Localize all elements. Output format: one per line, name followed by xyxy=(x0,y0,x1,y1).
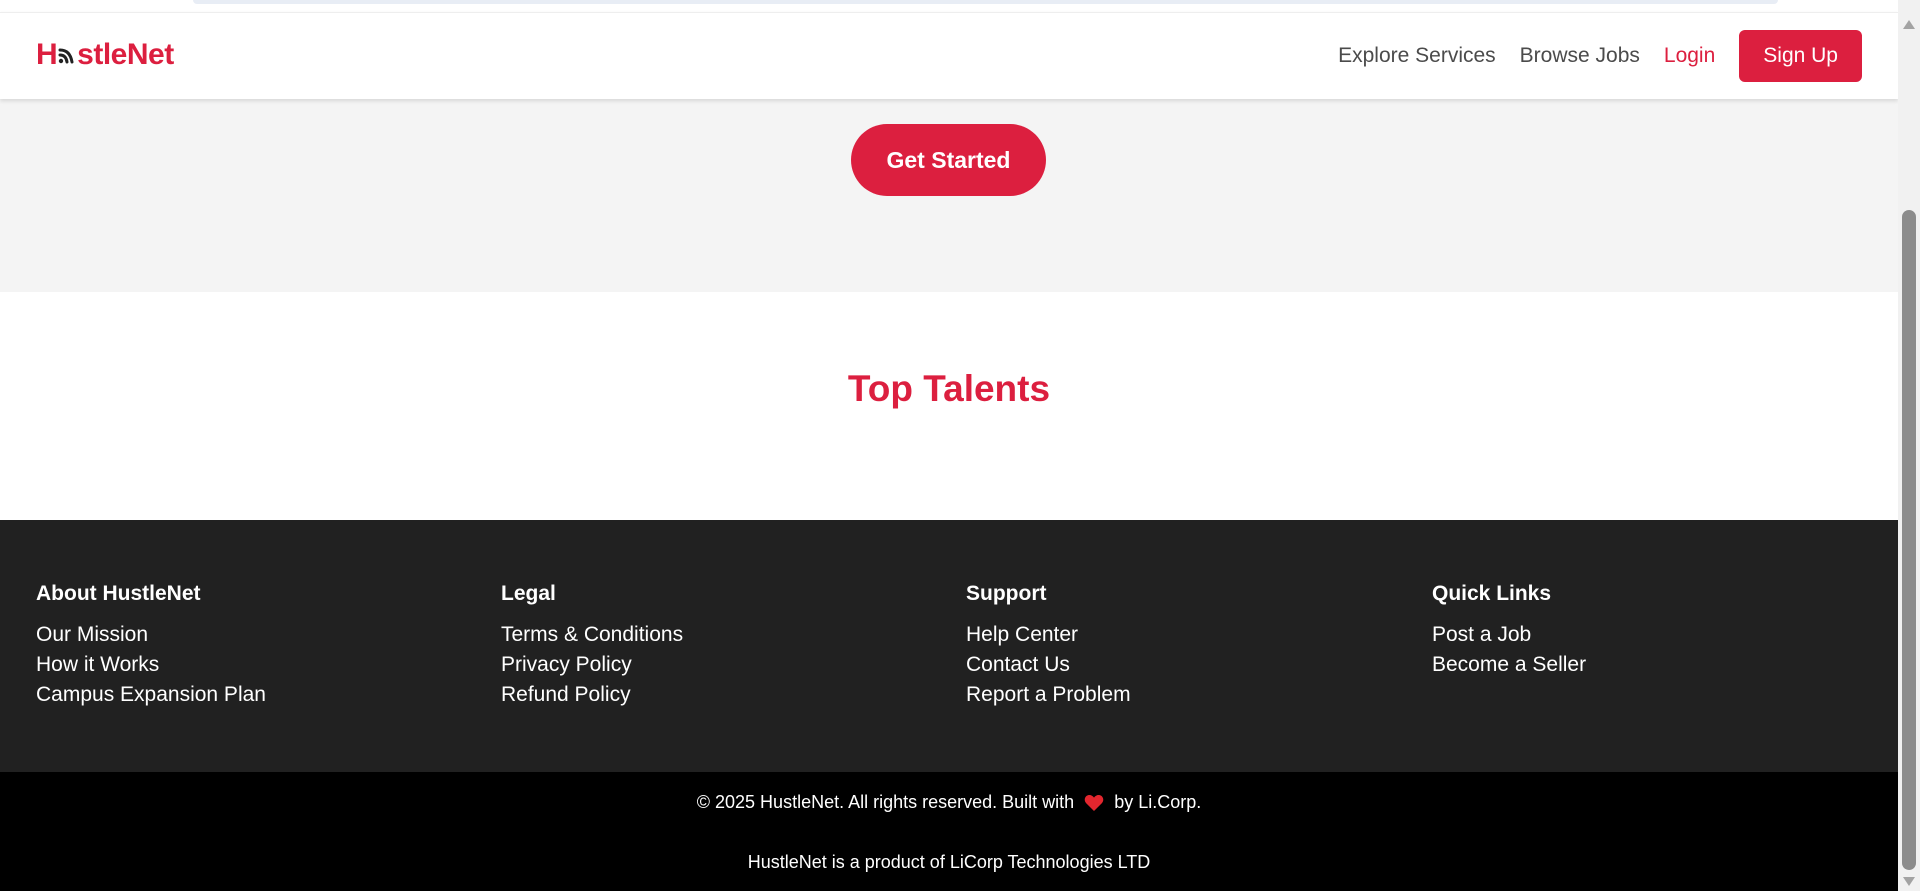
footer-heading: Support xyxy=(966,582,1047,605)
footer-link-campus-expansion[interactable]: Campus Expansion Plan xyxy=(36,680,476,710)
footer-heading: Quick Links xyxy=(1432,582,1552,605)
footer-link-post-job[interactable]: Post a Job xyxy=(1432,620,1872,650)
nav-browse-jobs[interactable]: Browse Jobs xyxy=(1520,44,1640,68)
footer-link-contact-us[interactable]: Contact Us xyxy=(966,650,1406,680)
logo-text-end: stleNet xyxy=(77,38,174,71)
footer-heading: Legal xyxy=(501,582,556,605)
nav-links: Explore Services Browse Jobs Login Sign … xyxy=(1338,30,1862,82)
copyright: © 2025 HustleNet. All rights reserved. B… xyxy=(0,792,1898,813)
copyright-author: by Li.Corp. xyxy=(1114,792,1202,812)
footer-link-help-center[interactable]: Help Center xyxy=(966,620,1406,650)
scroll-up-arrow-icon[interactable] xyxy=(1903,20,1915,29)
wifi-icon xyxy=(57,42,77,68)
nav-explore-services[interactable]: Explore Services xyxy=(1338,44,1496,68)
scroll-down-arrow-icon[interactable] xyxy=(1903,877,1915,886)
page: H stleNet Explore Services Browse Jobs L… xyxy=(0,0,1898,891)
navbar: H stleNet Explore Services Browse Jobs L… xyxy=(0,12,1898,99)
logo-text-start: H xyxy=(36,38,58,71)
scrollbar[interactable] xyxy=(1898,0,1920,891)
footer-link-how-it-works[interactable]: How it Works xyxy=(36,650,476,680)
footer-link-our-mission[interactable]: Our Mission xyxy=(36,620,476,650)
footer-link-refund[interactable]: Refund Policy xyxy=(501,680,941,710)
footer-link-report-problem[interactable]: Report a Problem xyxy=(966,680,1406,710)
footer-col-legal: Legal Terms & Conditions Privacy Policy … xyxy=(501,582,941,710)
footer-heading: About HustleNet xyxy=(36,582,201,605)
product-line: HustleNet is a product of LiCorp Technol… xyxy=(747,852,1151,872)
bottom-bar: © 2025 HustleNet. All rights reserved. B… xyxy=(0,772,1898,891)
footer-col-quick-links: Quick Links Post a Job Become a Seller xyxy=(1432,582,1872,680)
nav-login[interactable]: Login xyxy=(1664,44,1715,68)
footer: About HustleNet Our Mission How it Works… xyxy=(0,520,1898,772)
footer-link-terms[interactable]: Terms & Conditions xyxy=(501,620,941,650)
scroll-thumb[interactable] xyxy=(1902,210,1916,870)
logo[interactable]: H stleNet xyxy=(36,35,174,75)
get-started-button[interactable]: Get Started xyxy=(851,124,1046,196)
top-remnant xyxy=(193,0,1778,4)
footer-col-about: About HustleNet Our Mission How it Works… xyxy=(36,582,476,710)
top-talents-section: Top Talents xyxy=(0,292,1898,520)
signup-button[interactable]: Sign Up xyxy=(1739,30,1862,82)
footer-col-support: Support Help Center Contact Us Report a … xyxy=(966,582,1406,710)
footer-link-become-seller[interactable]: Become a Seller xyxy=(1432,650,1872,680)
top-talents-title: Top Talents xyxy=(847,368,1051,409)
copyright-text: © 2025 HustleNet. All rights reserved. B… xyxy=(696,792,1075,812)
heart-icon xyxy=(1084,794,1104,812)
hero-section: Get Started xyxy=(0,98,1898,292)
footer-link-privacy[interactable]: Privacy Policy xyxy=(501,650,941,680)
